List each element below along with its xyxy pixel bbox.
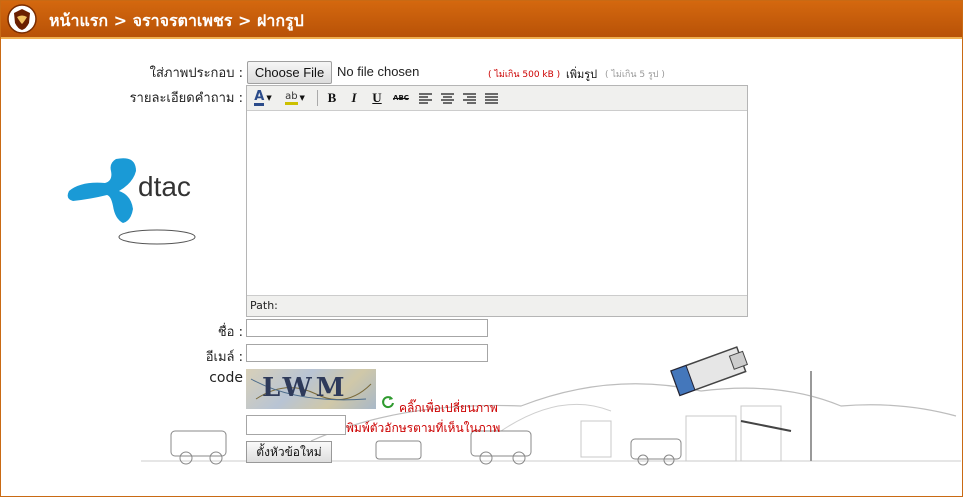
underline-button[interactable]: U [368, 89, 386, 107]
text-color-button[interactable]: A ▼ [251, 89, 275, 107]
chevron-down-icon: ▼ [266, 94, 272, 102]
breadcrumb-home[interactable]: หน้าแรก [49, 11, 108, 30]
editor-path-label: Path: [250, 299, 278, 312]
editor-path-bar: Path: [247, 295, 747, 316]
italic-button[interactable]: I [345, 89, 363, 107]
captcha-text: LWM [262, 373, 349, 403]
code-label: code [209, 370, 243, 386]
name-label: ชื่อ : [217, 325, 243, 340]
highlight-button[interactable]: ab ▼ [281, 89, 309, 107]
email-label: อีเมล์ : [205, 350, 243, 365]
breadcrumb-separator: > [113, 11, 128, 30]
breadcrumb-board[interactable]: จราจรตาเพชร [133, 11, 233, 30]
dtac-logo-text: dtac [138, 171, 191, 202]
page-frame: หน้าแรก > จราจรตาเพชร > ฝากรูป dtac ใส่ภ… [0, 0, 963, 497]
shield-logo-icon [7, 4, 37, 34]
bold-button[interactable]: B [323, 89, 341, 107]
strikethrough-button[interactable]: ABC [390, 89, 412, 107]
captcha-hint: พิมพ์ตัวอักษรตามที่เห็นในภาพ [346, 421, 501, 435]
editor-content-area[interactable] [247, 111, 747, 295]
rich-text-editor: A ▼ ab ▼ B I U ABC Path: [246, 85, 748, 317]
image-count-note: ( ไม่เกิน 5 รูป ) [605, 70, 665, 80]
size-limit-note: ( ไม่เกิน 500 kB ) [488, 70, 561, 80]
image-upload-label: ใส่ภาพประกอบ : [149, 66, 243, 81]
highlight-icon: ab [285, 91, 298, 105]
captcha-image: LWM [246, 369, 376, 409]
header-bar: หน้าแรก > จราจรตาเพชร > ฝากรูป [1, 1, 962, 39]
details-label: รายละเอียดคำถาม : [129, 91, 243, 106]
align-center-icon[interactable] [438, 89, 456, 107]
name-input[interactable] [246, 319, 488, 337]
captcha-input[interactable] [246, 415, 346, 435]
align-justify-icon[interactable] [482, 89, 500, 107]
toolbar-divider [317, 90, 318, 106]
refresh-icon[interactable] [381, 395, 395, 409]
editor-toolbar: A ▼ ab ▼ B I U ABC [247, 86, 747, 111]
email-input[interactable] [246, 344, 488, 362]
breadcrumb: หน้าแรก > จราจรตาเพชร > ฝากรูป [49, 9, 304, 34]
breadcrumb-current: ฝากรูป [256, 11, 304, 30]
chevron-down-icon: ▼ [299, 94, 305, 102]
submit-new-topic-button[interactable]: ตั้งหัวข้อใหม่ [246, 441, 332, 463]
file-status-text: No file chosen [337, 64, 420, 79]
breadcrumb-separator: > [237, 11, 252, 30]
text-color-icon: A [254, 88, 265, 106]
align-right-icon[interactable] [460, 89, 478, 107]
add-image-link[interactable]: เพิ่มรูป [566, 65, 597, 83]
refresh-captcha-link[interactable]: คลิ๊กเพื่อเปลี่ยนภาพ [399, 399, 498, 418]
align-left-icon[interactable] [416, 89, 434, 107]
choose-file-button[interactable]: Choose File [247, 61, 332, 84]
